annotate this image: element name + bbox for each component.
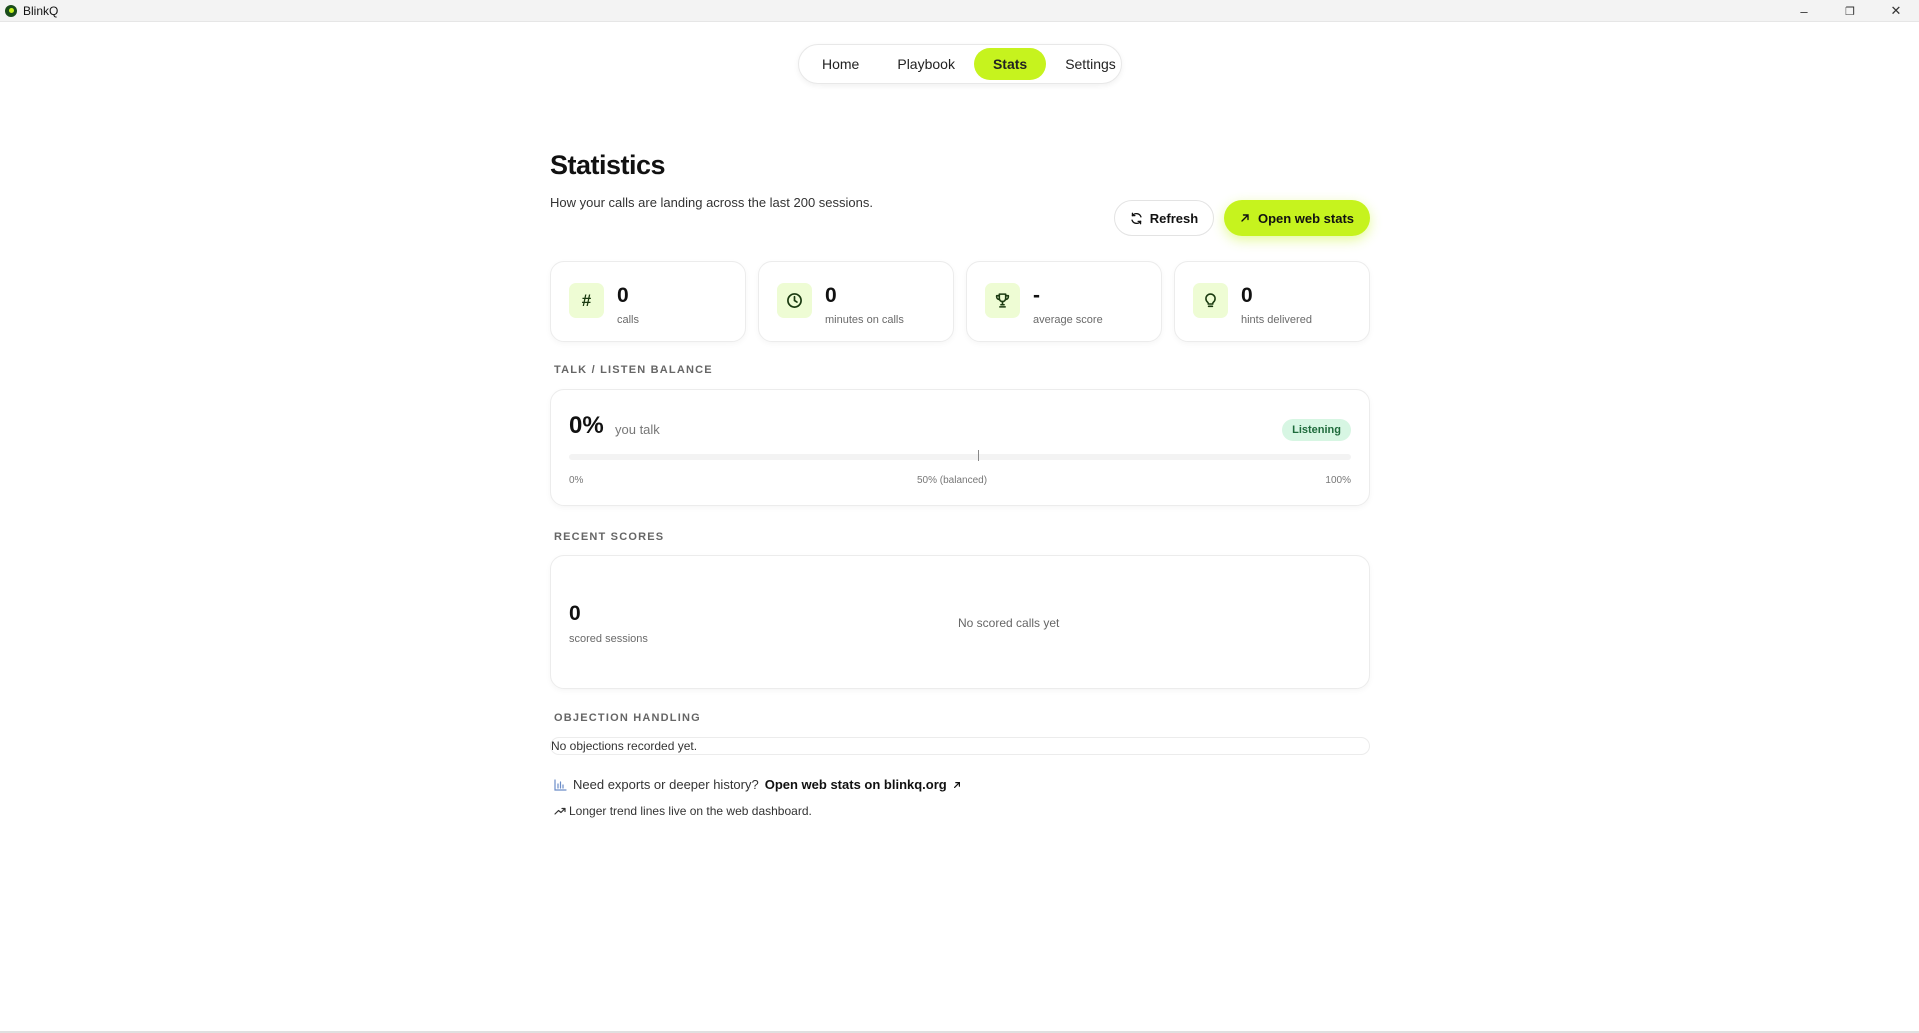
section-title-recent-scores: RECENT SCORES xyxy=(554,531,665,543)
tab-playbook[interactable]: Playbook xyxy=(878,48,974,80)
tab-home[interactable]: Home xyxy=(803,48,878,80)
refresh-icon xyxy=(1130,212,1143,225)
minimize-button[interactable]: – xyxy=(1781,0,1827,22)
section-title-objections: OBJECTION HANDLING xyxy=(554,712,701,724)
objections-box: No objections recorded yet. xyxy=(550,737,1370,755)
web-stats-prompt: Need exports or deeper history? Open web… xyxy=(554,777,961,792)
hash-icon: # xyxy=(569,283,604,318)
stat-card-calls: # 0 calls xyxy=(550,261,746,342)
stat-value: 0 xyxy=(617,284,629,307)
stat-card-hints: 0 hints delivered xyxy=(1174,261,1370,342)
stat-label: minutes on calls xyxy=(825,314,904,326)
stat-label: hints delivered xyxy=(1241,314,1312,326)
close-button[interactable]: ✕ xyxy=(1873,0,1919,22)
app-logo-icon xyxy=(5,4,17,17)
page-subtitle: How your calls are landing across the la… xyxy=(550,195,873,210)
arrow-up-right-icon xyxy=(1240,213,1250,223)
scores-empty-message: No scored calls yet xyxy=(958,616,1060,630)
bar-chart-icon xyxy=(554,778,567,791)
trend-up-icon xyxy=(554,807,566,816)
title-bar: BlinkQ – ❐ ✕ xyxy=(0,0,1919,22)
scored-sessions-value: 0 xyxy=(569,602,581,625)
tab-stats[interactable]: Stats xyxy=(973,48,1047,80)
page-title: Statistics xyxy=(550,150,666,180)
stat-value: 0 xyxy=(825,284,837,307)
refresh-button[interactable]: Refresh xyxy=(1114,200,1214,236)
open-web-stats-button[interactable]: Open web stats xyxy=(1224,200,1370,236)
open-web-stats-link-label: Open web stats on blinkq.org xyxy=(764,777,947,792)
stat-label: average score xyxy=(1033,314,1103,326)
status-badge: Listening xyxy=(1282,419,1351,441)
stat-label: calls xyxy=(617,314,640,326)
section-title-talk-listen: TALK / LISTEN BALANCE xyxy=(554,364,713,376)
web-stats-prompt-text: Need exports or deeper history? xyxy=(573,777,759,792)
stat-value: - xyxy=(1033,284,1040,307)
trend-note-text: Longer trend lines live on the web dashb… xyxy=(569,804,812,818)
refresh-label: Refresh xyxy=(1149,210,1199,226)
stat-card-score: - average score xyxy=(966,261,1162,342)
talk-balance-bar xyxy=(569,450,1351,461)
trophy-icon xyxy=(985,283,1020,318)
talk-listen-card: 0% you talk Listening 0% 50% (balanced) … xyxy=(550,389,1370,506)
clock-icon xyxy=(777,283,812,318)
stat-value: 0 xyxy=(1241,284,1253,307)
balanced-marker xyxy=(978,450,979,461)
objections-empty-message: No objections recorded yet. xyxy=(551,739,698,753)
talk-percentage: 0% xyxy=(569,412,604,439)
scored-sessions-label: scored sessions xyxy=(569,633,648,645)
tab-settings[interactable]: Settings xyxy=(1046,48,1135,80)
lightbulb-icon xyxy=(1193,283,1228,318)
stat-card-minutes: 0 minutes on calls xyxy=(758,261,954,342)
external-link-icon xyxy=(953,781,961,789)
open-web-stats-link[interactable]: Open web stats on blinkq.org xyxy=(765,777,947,792)
recent-scores-card: 0 scored sessions No scored calls yet xyxy=(550,555,1370,689)
trend-note: Longer trend lines live on the web dashb… xyxy=(554,804,812,818)
scale-mid-label: 50% (balanced) xyxy=(917,475,988,486)
maximize-button[interactable]: ❐ xyxy=(1827,0,1873,22)
main-nav: Home Playbook Stats Settings xyxy=(798,44,1122,84)
talk-label: you talk xyxy=(615,422,660,437)
window-title: BlinkQ xyxy=(23,3,59,18)
scale-min-label: 0% xyxy=(569,475,584,486)
open-web-stats-label: Open web stats xyxy=(1257,210,1355,226)
scale-max-label: 100% xyxy=(1325,475,1351,486)
